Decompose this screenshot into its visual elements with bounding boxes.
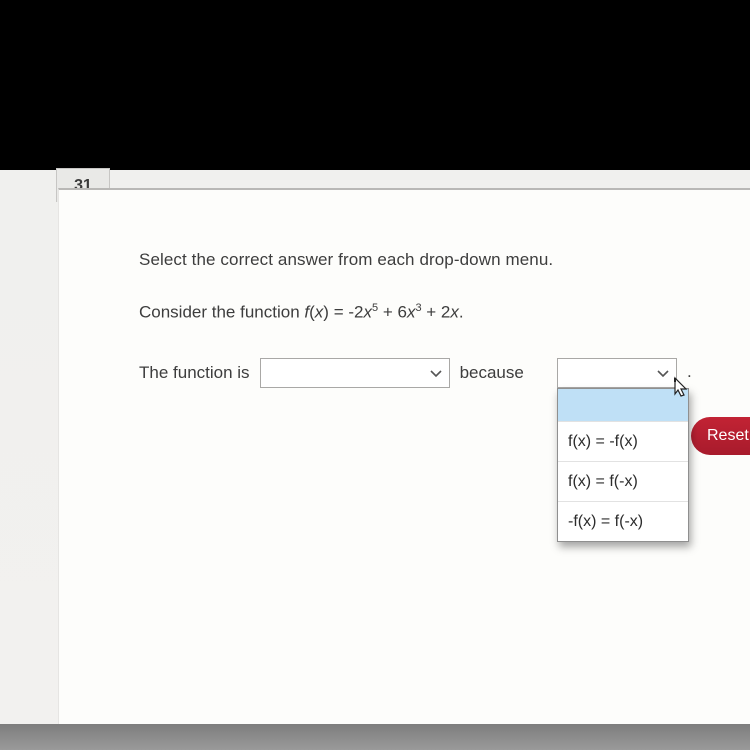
answer-sentence: The function is because bbox=[139, 358, 524, 388]
dropdown-1[interactable] bbox=[260, 358, 450, 388]
prompt-line: Consider the function f(x) = -2x5 + 6x3 … bbox=[139, 302, 464, 323]
dropdown-2[interactable] bbox=[557, 358, 677, 388]
reset-button[interactable]: Reset bbox=[691, 417, 750, 455]
reset-label: Reset bbox=[707, 427, 749, 445]
device-bezel bbox=[0, 724, 750, 750]
dropdown-option-2[interactable]: f(x) = f(-x) bbox=[558, 461, 688, 501]
dropdown-option-1[interactable]: f(x) = -f(x) bbox=[558, 421, 688, 461]
chevron-down-icon bbox=[429, 366, 443, 380]
sentence-label: The function is bbox=[139, 363, 250, 383]
content-area: Select the correct answer from each drop… bbox=[58, 188, 750, 724]
pointer-cursor-icon bbox=[665, 370, 693, 398]
instruction-text: Select the correct answer from each drop… bbox=[139, 250, 553, 270]
because-text: because bbox=[460, 363, 524, 383]
dropdown-2-panel: f(x) = -f(x) f(x) = f(-x) -f(x) = f(-x) bbox=[557, 388, 689, 542]
dropdown-option-3[interactable]: -f(x) = f(-x) bbox=[558, 501, 688, 541]
